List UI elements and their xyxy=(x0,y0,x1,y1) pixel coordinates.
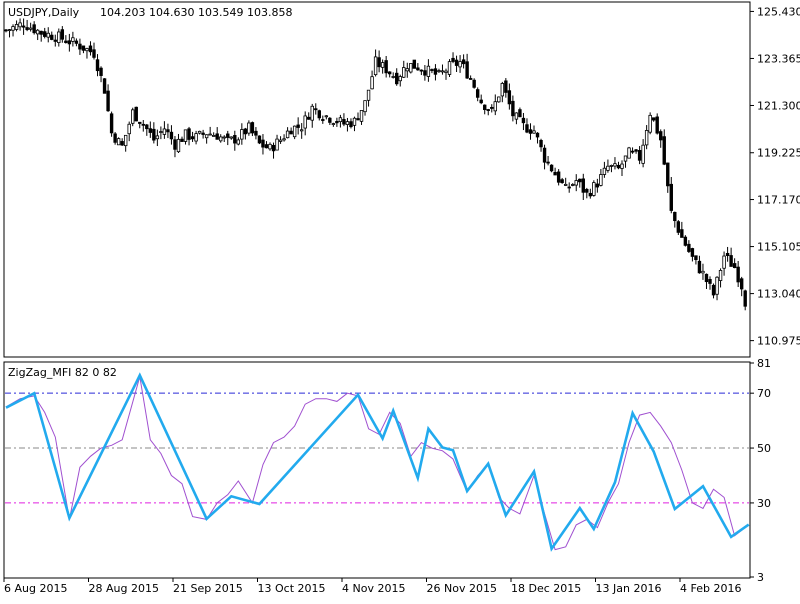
date-tick-label: 13 Oct 2015 xyxy=(258,582,326,595)
indicator-panel xyxy=(3,361,751,579)
date-tick-label: 6 Aug 2015 xyxy=(4,582,67,595)
indicator-axis: 81 70 50 30 3 xyxy=(750,357,771,584)
candle xyxy=(497,96,501,103)
chart-window: USDJPY,Daily 104.203 104.630 103.549 103… xyxy=(0,0,800,600)
price-tick-label: 123.365 xyxy=(757,52,800,65)
price-axis: 125.430 123.365 121.300 119.225 117.170 115.1… xyxy=(750,5,800,348)
candle xyxy=(102,78,107,94)
price-panel xyxy=(3,1,751,358)
price-tick-label: 110.975 xyxy=(757,335,800,348)
candle xyxy=(447,59,452,77)
candle xyxy=(109,111,114,137)
price-tick-label: 119.225 xyxy=(757,147,800,160)
price-tick-label: 117.170 xyxy=(757,194,800,207)
candle xyxy=(472,78,476,89)
price-tick-label: 121.300 xyxy=(757,99,800,112)
indicator-title: ZigZag_MFI 82 0 82 xyxy=(8,366,117,379)
date-tick-label: 13 Jan 2016 xyxy=(596,582,662,595)
indicator-tick-label: 30 xyxy=(757,497,771,510)
date-tick-label: 28 Aug 2015 xyxy=(89,582,159,595)
candle xyxy=(627,146,631,159)
candle xyxy=(409,63,413,74)
candle xyxy=(549,164,554,173)
candle xyxy=(648,112,652,135)
candle xyxy=(292,125,297,140)
date-tick-label: 26 Nov 2015 xyxy=(427,582,497,595)
candle xyxy=(592,180,596,197)
date-tick-label: 4 Feb 2016 xyxy=(680,582,741,595)
price-tick-label: 115.105 xyxy=(757,241,800,254)
candle xyxy=(257,135,262,145)
candle xyxy=(412,59,417,69)
date-tick-label: 21 Sep 2015 xyxy=(173,582,243,595)
candle xyxy=(683,235,688,247)
indicator-tick-label: 50 xyxy=(757,442,771,455)
date-axis: 6 Aug 2015 28 Aug 2015 21 Sep 2015 13 Oct 2… xyxy=(3,578,741,595)
date-tick-label: 18 Dec 2015 xyxy=(511,582,581,595)
indicator-tick-label: 70 xyxy=(757,387,771,400)
date-tick-label: 4 Nov 2015 xyxy=(342,582,405,595)
price-tick-label: 113.040 xyxy=(757,288,800,301)
chart-canvas: USDJPY,Daily 104.203 104.630 103.549 103… xyxy=(3,1,800,595)
symbol-label: USDJPY,Daily xyxy=(8,6,80,19)
candle xyxy=(247,120,251,136)
candle xyxy=(116,137,121,146)
candle xyxy=(655,113,659,135)
indicator-tick-label: 3 xyxy=(757,571,764,584)
indicator-tick-label: 81 xyxy=(757,357,771,370)
ohlc-values: 104.203 104.630 103.549 103.858 xyxy=(100,6,292,19)
candle xyxy=(131,107,135,127)
candle xyxy=(134,106,138,122)
price-tick-label: 125.430 xyxy=(757,5,800,18)
